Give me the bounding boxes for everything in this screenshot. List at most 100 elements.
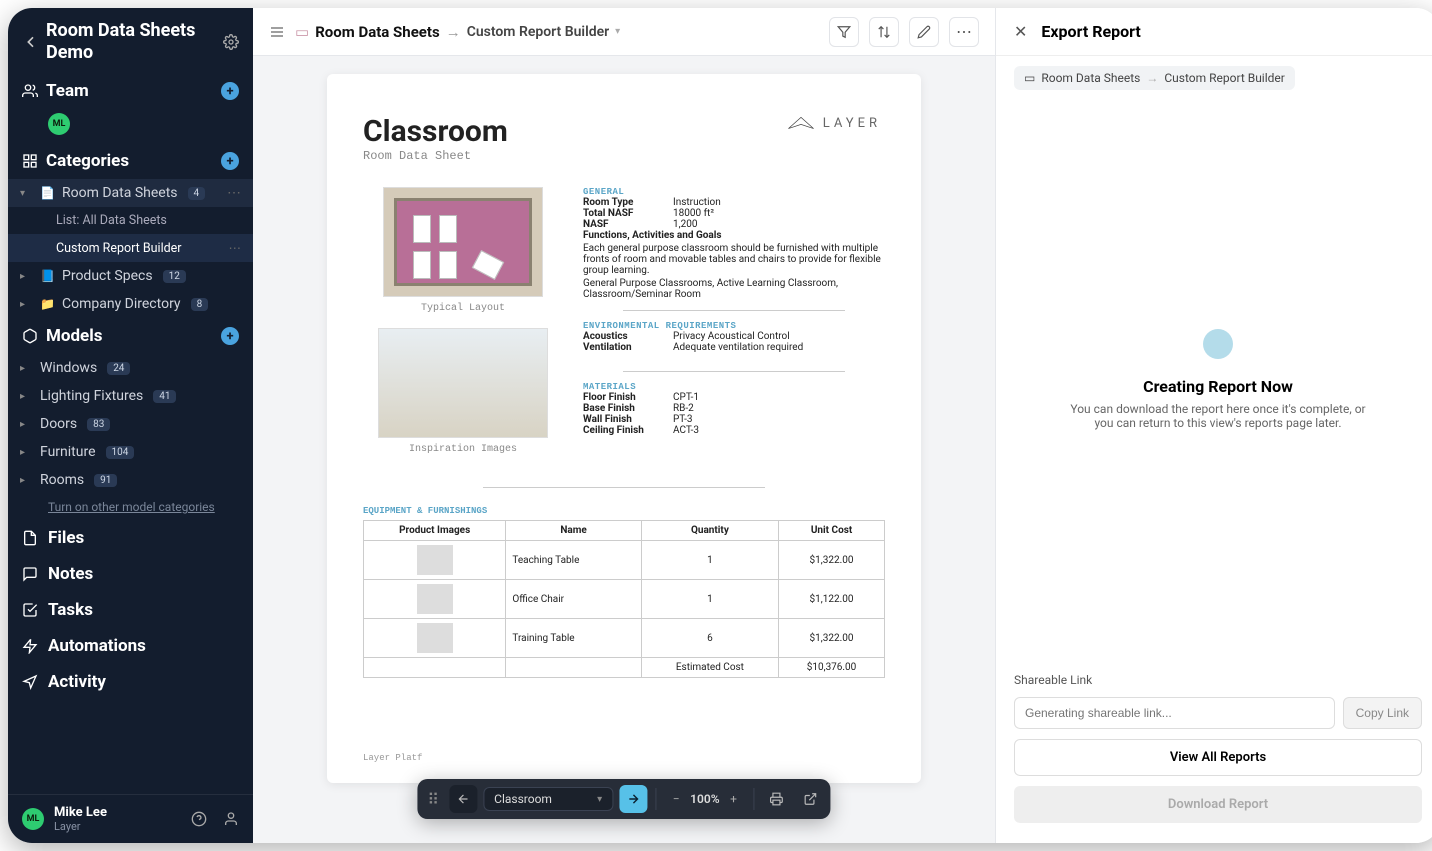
user-avatar[interactable]: ML [22,808,44,830]
more-button[interactable]: ⋯ [949,17,979,47]
add-team-button[interactable]: + [221,82,239,100]
add-model-button[interactable]: + [221,327,239,345]
kv-key: Acoustics [583,331,673,342]
panel-crumb-1: Room Data Sheets [1041,71,1140,85]
kv-value: 1,200 [673,219,885,230]
team-icon [22,83,38,99]
avatar[interactable]: ML [48,113,70,135]
sidebar-item-product-specs[interactable]: ▸ 📘 Product Specs 12 [8,262,253,290]
more-icon[interactable]: ⋯ [229,240,242,256]
zoom-out-button[interactable]: − [664,787,688,811]
shareable-link-input[interactable] [1014,697,1335,729]
chevron-down-icon: ▾ [597,794,602,805]
document-viewport[interactable]: Classroom Room Data Sheet LAYER [253,56,995,843]
nav-tasks[interactable]: Tasks [8,592,253,628]
chevron-down-icon[interactable]: ▾ [615,26,620,37]
func-body: Each general purpose classroom should be… [583,243,885,276]
sidebar-item-custom-report-builder[interactable]: Custom Report Builder ⋯ [8,234,253,262]
edit-button[interactable] [909,17,939,47]
section-models[interactable]: Models + [8,318,253,354]
models-label: Models [46,326,102,346]
brand-text: LAYER [823,116,881,131]
panel-title: Export Report [1041,22,1140,41]
drag-handle-icon[interactable]: ⠿ [423,790,443,809]
filter-button[interactable] [829,17,859,47]
kv-key: Total NASF [583,208,673,219]
sidebar-item-label: Lighting Fixtures [40,388,143,404]
view-all-reports-button[interactable]: View All Reports [1014,739,1422,776]
breadcrumb-1[interactable]: Room Data Sheets [315,23,440,41]
chevron-right-icon: ▸ [20,447,34,458]
kv-value: Instruction [673,197,885,208]
est-value: $10,376.00 [779,658,885,678]
gear-icon[interactable] [223,34,239,50]
section-team[interactable]: Team + [8,73,253,109]
section-header-general: GENERAL [583,187,885,197]
sidebar-item-doors[interactable]: ▸ Doors 83 [8,410,253,438]
inspiration-image [378,328,548,438]
activity-icon [22,674,38,690]
zoom-in-button[interactable]: + [722,787,746,811]
sidebar-item-furniture[interactable]: ▸ Furniture 104 [8,438,253,466]
sidebar-item-label: Rooms [40,472,84,488]
section-categories[interactable]: Categories + [8,143,253,179]
nav-files[interactable]: Files [8,520,253,556]
more-icon[interactable]: ⋯ [227,185,241,201]
sort-button[interactable] [869,17,899,47]
book-icon: 📘 [40,269,56,283]
zoom-control: − 100% + [664,787,745,811]
sidebar-item-company-directory[interactable]: ▸ 📁 Company Directory 8 [8,290,253,318]
turn-on-categories-link[interactable]: Turn on other model categories [8,494,253,520]
layout-image [383,187,543,297]
add-category-button[interactable]: + [221,152,239,170]
breadcrumb-2[interactable]: Custom Report Builder [467,24,609,40]
nav-automations[interactable]: Automations [8,628,253,664]
close-icon[interactable]: ✕ [1014,22,1027,41]
sidebar-item-list-all[interactable]: List: All Data Sheets [8,207,253,234]
nav-notes[interactable]: Notes [8,556,253,592]
product-qty: 1 [641,541,778,580]
table-header: Unit Cost [779,521,885,541]
kv-key: Ceiling Finish [583,425,673,436]
nav-label: Files [48,528,84,548]
print-button[interactable] [763,785,791,813]
func-list: General Purpose Classrooms, Active Learn… [583,278,885,300]
kv-value: RB-2 [673,403,885,414]
section-header-env: ENVIRONMENTAL REQUIREMENTS [583,321,885,331]
equipment-table: Product Images Name Quantity Unit Cost T… [363,520,885,678]
back-icon[interactable] [22,33,40,51]
kv-key: Floor Finish [583,392,673,403]
copy-link-button[interactable]: Copy Link [1343,697,1422,729]
download-report-button[interactable]: Download Report [1014,786,1422,823]
user-icon[interactable] [223,811,239,827]
sidebar-item-lighting[interactable]: ▸ Lighting Fixtures 41 [8,382,253,410]
folder-icon: 📁 [40,297,56,311]
nav-activity[interactable]: Activity [8,664,253,700]
open-external-button[interactable] [797,785,825,813]
layout-caption: Typical Layout [363,303,563,314]
section-header-materials: MATERIALS [583,382,885,392]
table-row: Training Table 6 $1,322.00 [364,619,885,658]
sidebar-item-rooms[interactable]: ▸ Rooms 91 [8,466,253,494]
menu-icon[interactable] [269,24,285,40]
room-select[interactable]: Classroom ▾ [483,787,613,811]
sidebar-item-room-data-sheets[interactable]: ▾ 📄 Room Data Sheets 4 ⋯ [8,179,253,207]
chevron-right-icon: ▸ [20,419,34,430]
kv-key: Base Finish [583,403,673,414]
brand-logo: LAYER [787,114,881,132]
count-badge: 83 [87,418,110,431]
document: Classroom Room Data Sheet LAYER [327,74,921,783]
loading-spinner-icon [1203,329,1233,359]
shareable-link-label: Shareable Link [1014,673,1422,687]
sidebar-item-windows[interactable]: ▸ Windows 24 [8,354,253,382]
next-button[interactable] [619,785,647,813]
kv-key: Wall Finish [583,414,673,425]
document-icon: ▭ [1024,71,1035,85]
breadcrumb: ▭ Room Data Sheets → Custom Report Build… [295,23,620,41]
help-icon[interactable] [191,811,207,827]
prev-button[interactable] [449,785,477,813]
sidebar-footer: ML Mike Lee Layer [8,794,253,843]
table-header: Name [506,521,641,541]
count-badge: 91 [94,474,117,487]
count-badge: 41 [153,390,176,403]
